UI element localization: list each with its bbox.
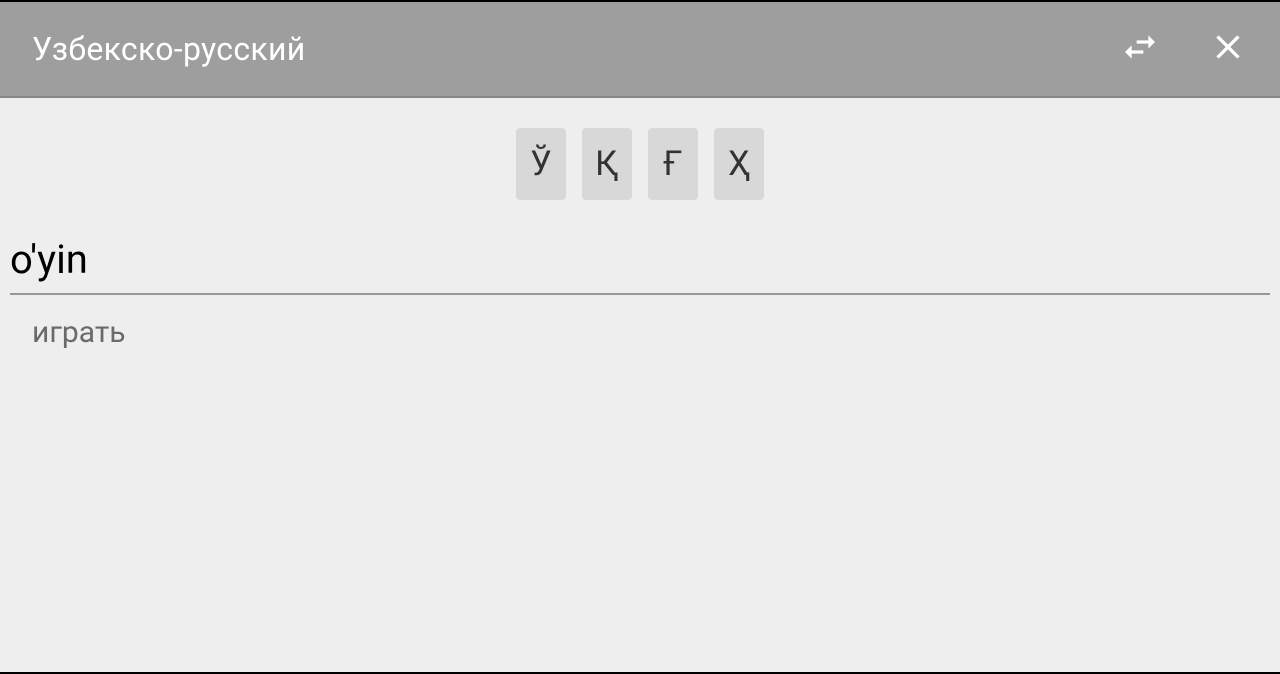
close-icon [1208, 27, 1248, 71]
char-button-u[interactable]: Ў [516, 128, 566, 200]
close-button[interactable] [1204, 25, 1252, 73]
header: Узбекско-русский [0, 2, 1280, 98]
swap-languages-button[interactable] [1116, 25, 1164, 73]
char-button-g[interactable]: Ғ [648, 128, 698, 200]
search-input[interactable] [10, 226, 1270, 295]
char-button-q[interactable]: Қ [582, 128, 632, 200]
result-item[interactable]: играть [32, 309, 1248, 356]
swap-icon [1120, 27, 1160, 71]
results-list: играть [0, 295, 1280, 370]
app-title: Узбекско-русский [32, 30, 1076, 68]
app-container: Узбекско-русский Ў Қ Ғ Ҳ играть [0, 2, 1280, 672]
special-char-row: Ў Қ Ғ Ҳ [0, 98, 1280, 226]
input-area [0, 226, 1280, 295]
char-button-h[interactable]: Ҳ [714, 128, 764, 200]
